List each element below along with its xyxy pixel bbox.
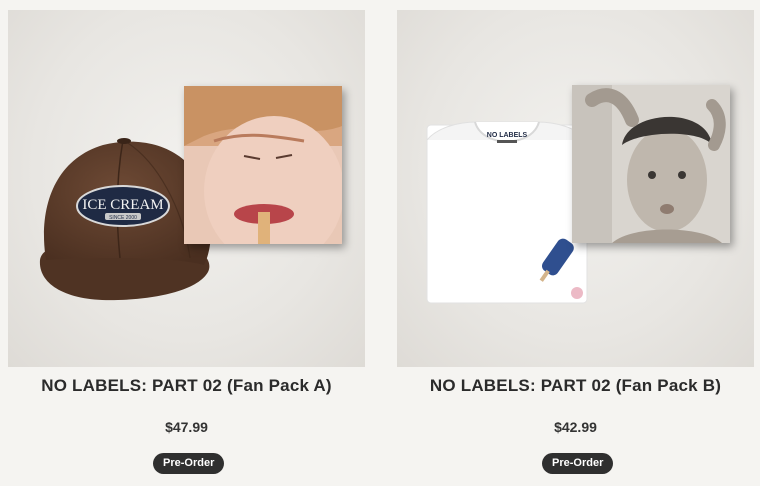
product-image-fan-pack-b[interactable]: NO LABELS bbox=[397, 10, 754, 367]
pre-order-badge: Pre-Order bbox=[542, 453, 614, 474]
product-card-fan-pack-a[interactable]: ICE CREAM SINCE 2000 NO LABELS: PART 02 … bbox=[8, 10, 365, 486]
photocard-image bbox=[184, 86, 342, 244]
cap-patch-subtext: SINCE 2000 bbox=[109, 215, 137, 221]
product-title[interactable]: NO LABELS: PART 02 (Fan Pack A) bbox=[8, 376, 365, 396]
product-card-fan-pack-b[interactable]: NO LABELS NO LABELS: PART 02 (Fan Pack B… bbox=[397, 10, 754, 486]
shirt-label-text: NO LABELS bbox=[487, 132, 528, 139]
product-price: $47.99 bbox=[165, 419, 208, 435]
product-image-fan-pack-a[interactable]: ICE CREAM SINCE 2000 bbox=[8, 10, 365, 367]
product-price: $42.99 bbox=[554, 419, 597, 435]
product-title[interactable]: NO LABELS: PART 02 (Fan Pack B) bbox=[397, 376, 754, 396]
pre-order-badge: Pre-Order bbox=[153, 453, 225, 474]
photocard-image bbox=[572, 85, 730, 243]
cap-patch-text: ICE CREAM bbox=[82, 197, 163, 213]
